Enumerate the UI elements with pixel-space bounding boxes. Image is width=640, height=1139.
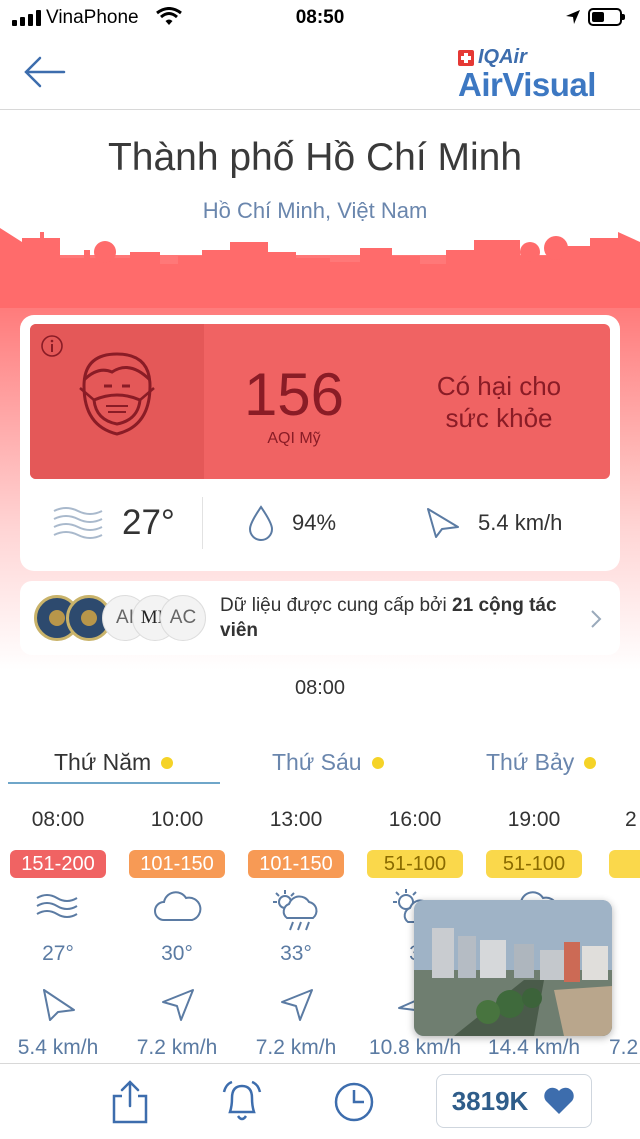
city-skyline-icon — [0, 228, 640, 308]
followers-button[interactable]: 3819K — [436, 1074, 592, 1128]
cloud-icon — [154, 891, 202, 921]
bell-alert-icon[interactable] — [220, 1078, 264, 1124]
forecast-time: 16:00 — [388, 808, 442, 831]
bottom-tab-bar: 3819K — [0, 1063, 640, 1139]
temperature-value: 27° — [122, 503, 175, 542]
forecast-column: 08:00 151-200 27° 5.4 km/h — [0, 800, 118, 1062]
forecast-aqi-badge: 51-100 — [367, 850, 463, 878]
aqi-dot-icon — [161, 756, 174, 769]
aqi-face-box — [30, 324, 204, 479]
face-mask-icon — [79, 352, 155, 436]
divider — [202, 497, 203, 549]
humidity-drop-icon — [248, 505, 274, 541]
forecast-wind-speed: 7.2 km/h — [136, 1036, 218, 1059]
aqi-card: 156 AQI Mỹ Có hại cho sức khỏe 27° 94% 5… — [20, 315, 620, 571]
aqi-dot-icon — [584, 756, 597, 769]
heart-icon — [544, 1087, 575, 1114]
weather-wind: 5.4 km/h — [424, 493, 562, 553]
followers-count: 3819K — [451, 1085, 529, 1116]
tab-day-2[interactable]: Thứ Sáu — [272, 749, 384, 776]
haze-icon — [53, 507, 103, 539]
city-region[interactable]: Hồ Chí Minh, Việt Nam — [0, 198, 630, 224]
wind-direction-icon — [427, 508, 459, 538]
info-icon[interactable] — [40, 334, 64, 358]
contributor-badge: AC — [160, 595, 206, 641]
forecast-time: 2 — [625, 808, 637, 831]
brand-airvisual: AirVisual — [458, 66, 596, 103]
tab-day-1-label: Thứ Năm — [54, 749, 152, 775]
aqi-status: Có hại cho sức khỏe — [404, 370, 594, 434]
active-tab-underline — [8, 782, 220, 784]
weather-humidity: 94% — [248, 493, 336, 553]
aqi-dot-icon — [371, 756, 384, 769]
forecast-aqi-badge: 151-200 — [10, 850, 106, 878]
city-title: Thành phố Hồ Chí Minh — [107, 136, 523, 179]
aqi-status-line2: sức khỏe — [445, 403, 553, 433]
aqi-panel[interactable]: 156 AQI Mỹ Có hại cho sức khỏe — [30, 324, 610, 479]
battery-icon — [588, 8, 625, 26]
sun-rain-icon — [273, 890, 318, 931]
forecast-time: 10:00 — [150, 808, 204, 831]
current-time-label: 08:00 — [294, 677, 346, 699]
contributors-text: Dữ liệu được cung cấp bởi 21 cộng tác vi… — [220, 593, 580, 643]
location-arrow-icon — [566, 10, 580, 24]
aqi-value: 156 — [243, 361, 345, 428]
clock-history-icon[interactable] — [332, 1078, 376, 1124]
back-arrow-icon[interactable] — [22, 54, 68, 90]
forecast-time: 19:00 — [507, 808, 561, 831]
forecast-wind-speed: 5.4 km/h — [17, 1036, 99, 1059]
weather-row: 27° 94% 5.4 km/h — [20, 493, 620, 553]
forecast-aqi-badge: 51-100 — [486, 850, 582, 878]
forecast-time: 08:00 — [31, 808, 85, 831]
wind-icon — [36, 894, 78, 918]
status-time: 08:50 — [295, 7, 345, 28]
nav-bar: IQAir AirVisual — [0, 36, 640, 110]
swiss-flag-icon — [458, 49, 474, 66]
camera-thumbnail[interactable] — [414, 900, 612, 1036]
share-icon[interactable] — [110, 1078, 150, 1124]
forecast-time: 13:00 — [269, 808, 323, 831]
forecast-wind-speed: 7.2 km/h — [255, 1036, 337, 1059]
forecast-temp: 33° — [280, 942, 312, 965]
forecast-temp: 30° — [161, 942, 193, 965]
forecast-aqi-badge — [609, 850, 640, 878]
contributors-card[interactable]: AI ML AC Dữ liệu được cung cấp bởi 21 cộ… — [20, 581, 620, 655]
forecast-temp: 27° — [42, 942, 74, 965]
wind-direction-icon — [281, 989, 313, 1021]
tab-day-1[interactable]: Thứ Năm — [54, 749, 174, 776]
aqi-status-line1: Có hại cho — [436, 371, 562, 401]
city-photo-icon — [414, 900, 612, 1036]
status-bar: VinaPhone 08:50 — [0, 0, 640, 36]
forecast-column: 10:00 101-150 30° 7.2 km/h — [117, 800, 237, 1062]
forecast-wind-speed: 14.4 km/h — [487, 1036, 581, 1059]
tab-day-3-label: Thứ Bảy — [486, 749, 575, 775]
humidity-value: 94% — [292, 510, 337, 535]
chevron-right-icon — [591, 610, 602, 628]
weather-temperature: 27° — [52, 493, 175, 553]
forecast-column: 13:00 101-150 33° 7.2 km/h — [236, 800, 356, 1062]
wind-value: 5.4 km/h — [478, 510, 563, 535]
day-tabs: Thứ Năm Thứ Sáu Thứ Bảy — [0, 745, 640, 787]
aqi-label: AQI Mỹ — [267, 430, 321, 447]
wind-direction-icon — [43, 989, 75, 1021]
forecast-aqi-badge: 101-150 — [129, 850, 225, 878]
contributors-text-prefix: Dữ liệu được cung cấp bởi — [220, 595, 453, 616]
tab-day-3[interactable]: Thứ Bảy — [486, 749, 597, 776]
forecast-wind-speed: 10.8 km/h — [368, 1036, 462, 1059]
wind-direction-icon — [162, 989, 194, 1021]
forecast-aqi-badge: 101-150 — [248, 850, 344, 878]
tab-day-2-label: Thứ Sáu — [272, 749, 362, 775]
forecast-wind-speed: 7.2 — [609, 1036, 639, 1059]
